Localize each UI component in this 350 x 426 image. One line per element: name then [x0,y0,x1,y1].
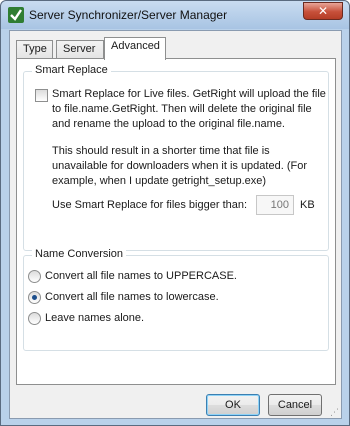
smart-replace-info-text: This should result in a shorter time tha… [52,145,307,187]
tab-type[interactable]: Type [16,40,53,59]
dialog-client-area: Type Server Advanced Smart Replace Smart… [9,30,342,419]
title-bar[interactable]: Server Synchronizer/Server Manager ✕ [1,1,349,29]
close-button[interactable]: ✕ [303,2,343,20]
radio-lowercase-label[interactable]: Convert all file names to lowercase. [45,291,219,303]
close-icon: ✕ [317,4,329,18]
radio-lowercase[interactable] [28,291,41,304]
smart-replace-checkbox[interactable] [35,89,48,102]
cancel-button[interactable]: Cancel [268,394,322,416]
resize-grip-icon[interactable]: ⋰ [330,407,340,417]
getright-app-icon [8,7,24,23]
dialog-window: Server Synchronizer/Server Manager ✕ Typ… [0,0,350,426]
smart-replace-checkbox-label[interactable]: Smart Replace for Live files. GetRight w… [52,87,326,132]
smart-replace-group-title: Smart Replace [32,64,111,76]
radio-uppercase-label[interactable]: Convert all file names to UPPERCASE. [45,270,237,282]
smart-replace-size-unit: KB [300,199,315,211]
advanced-tab-panel: Smart Replace Smart Replace for Live fil… [16,58,336,385]
radio-leave-alone-label[interactable]: Leave names alone. [45,312,144,324]
name-conversion-group: Name Conversion Convert all file names t… [23,248,329,351]
tab-server[interactable]: Server [56,40,104,59]
smart-replace-group: Smart Replace Smart Replace for Live fil… [23,64,329,251]
radio-uppercase[interactable] [28,270,41,283]
name-conversion-group-title: Name Conversion [32,248,127,260]
ok-button[interactable]: OK [206,394,260,416]
radio-leave-alone[interactable] [28,312,41,325]
tab-advanced[interactable]: Advanced [104,37,166,60]
smart-replace-size-label: Use Smart Replace for files bigger than: [52,199,248,211]
window-title: Server Synchronizer/Server Manager [29,8,228,22]
smart-replace-size-input[interactable]: 100 [256,195,294,215]
